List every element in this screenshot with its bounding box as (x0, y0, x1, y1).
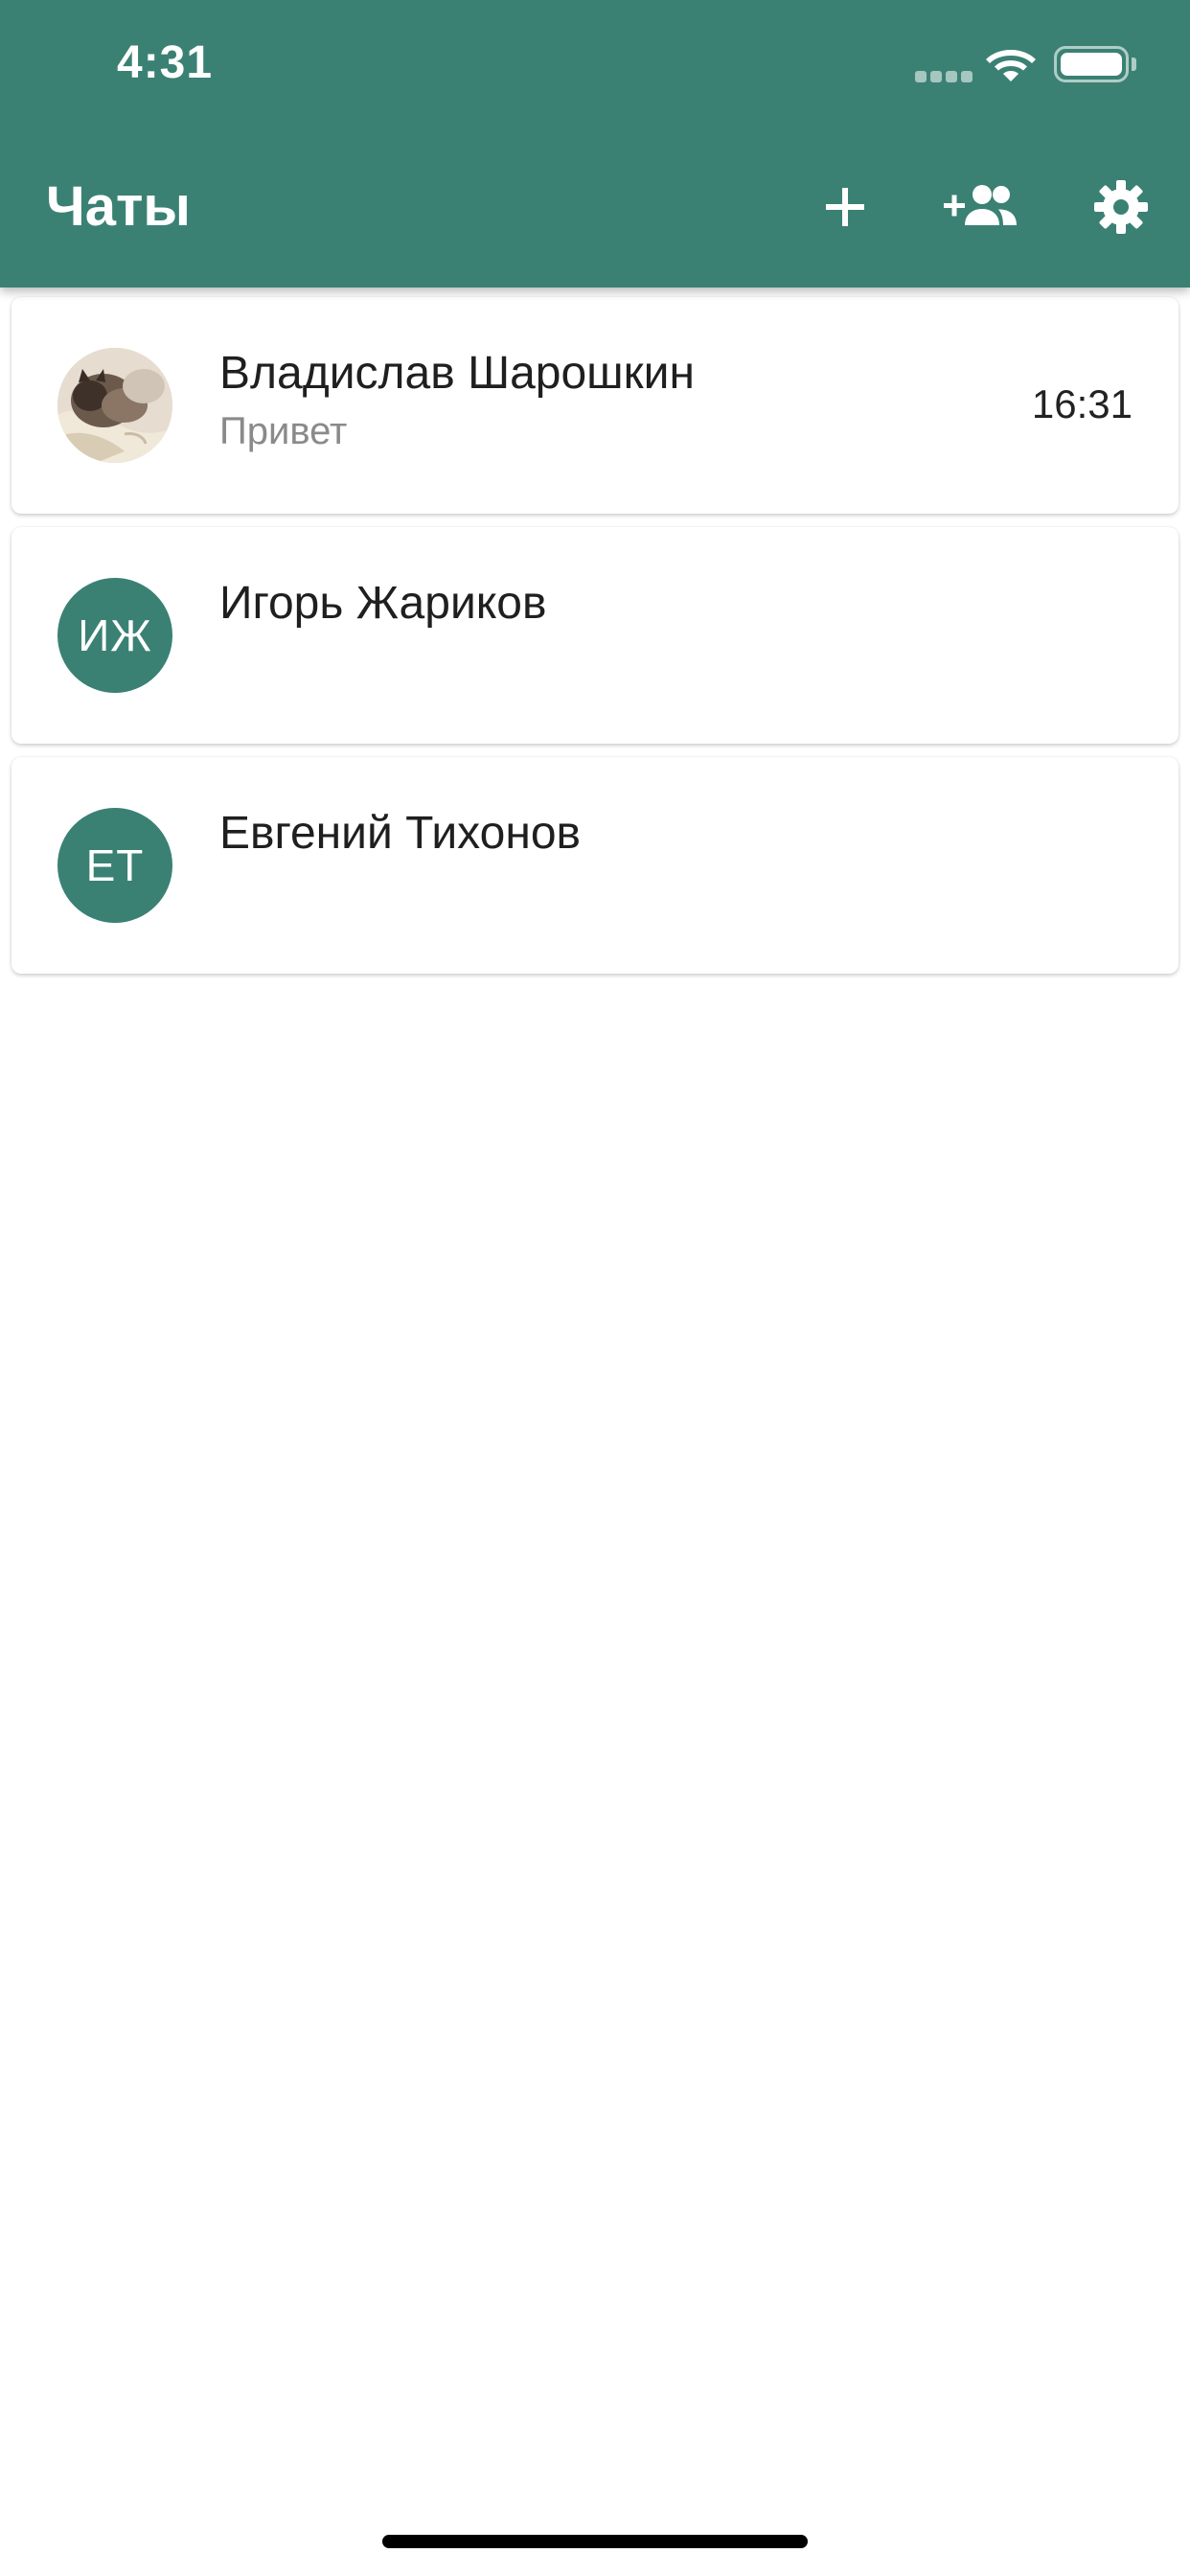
battery-tip (1132, 58, 1136, 71)
plus-icon (826, 188, 864, 226)
chat-list-item[interactable]: ЕТ Евгений Тихонов (11, 757, 1179, 974)
avatar-initials: ЕТ (85, 840, 145, 890)
settings-button[interactable] (1081, 167, 1161, 247)
chat-list-item[interactable]: Владислав Шарошкин Привет 16:31 (11, 297, 1179, 514)
app-bar: Чаты (0, 126, 1190, 288)
status-time: 4:31 (117, 37, 214, 88)
chat-name: Евгений Тихонов (219, 808, 582, 859)
top-bar: 4:31 Чаты (0, 0, 1190, 288)
gear-icon (1094, 180, 1148, 234)
cellular-signal-icon (915, 71, 973, 82)
avatar (57, 348, 172, 463)
chat-list-item[interactable]: ИЖ Игорь Жариков (11, 527, 1179, 744)
chat-name: Владислав Шарошкин (219, 348, 695, 399)
add-contact-button[interactable] (941, 167, 1021, 247)
chats-screen: 4:31 Чаты Владислав Шарошкин Привет 16:3… (0, 0, 1190, 2576)
avatar-initials: ИЖ (78, 610, 152, 660)
chat-last-message: Привет (219, 410, 348, 452)
avatar: ИЖ (57, 578, 172, 693)
avatar: ЕТ (57, 808, 172, 923)
add-chat-button[interactable] (805, 167, 885, 247)
battery-icon (1054, 46, 1129, 82)
home-indicator[interactable] (382, 2535, 808, 2548)
page-title: Чаты (46, 175, 191, 238)
chat-time: 16:31 (1031, 381, 1133, 426)
status-bar: 4:31 (0, 0, 1190, 126)
avatar-photo-icon (57, 348, 172, 463)
chat-name: Игорь Жариков (219, 578, 547, 629)
add-contact-icon (944, 185, 1017, 225)
wifi-icon (986, 50, 1036, 81)
